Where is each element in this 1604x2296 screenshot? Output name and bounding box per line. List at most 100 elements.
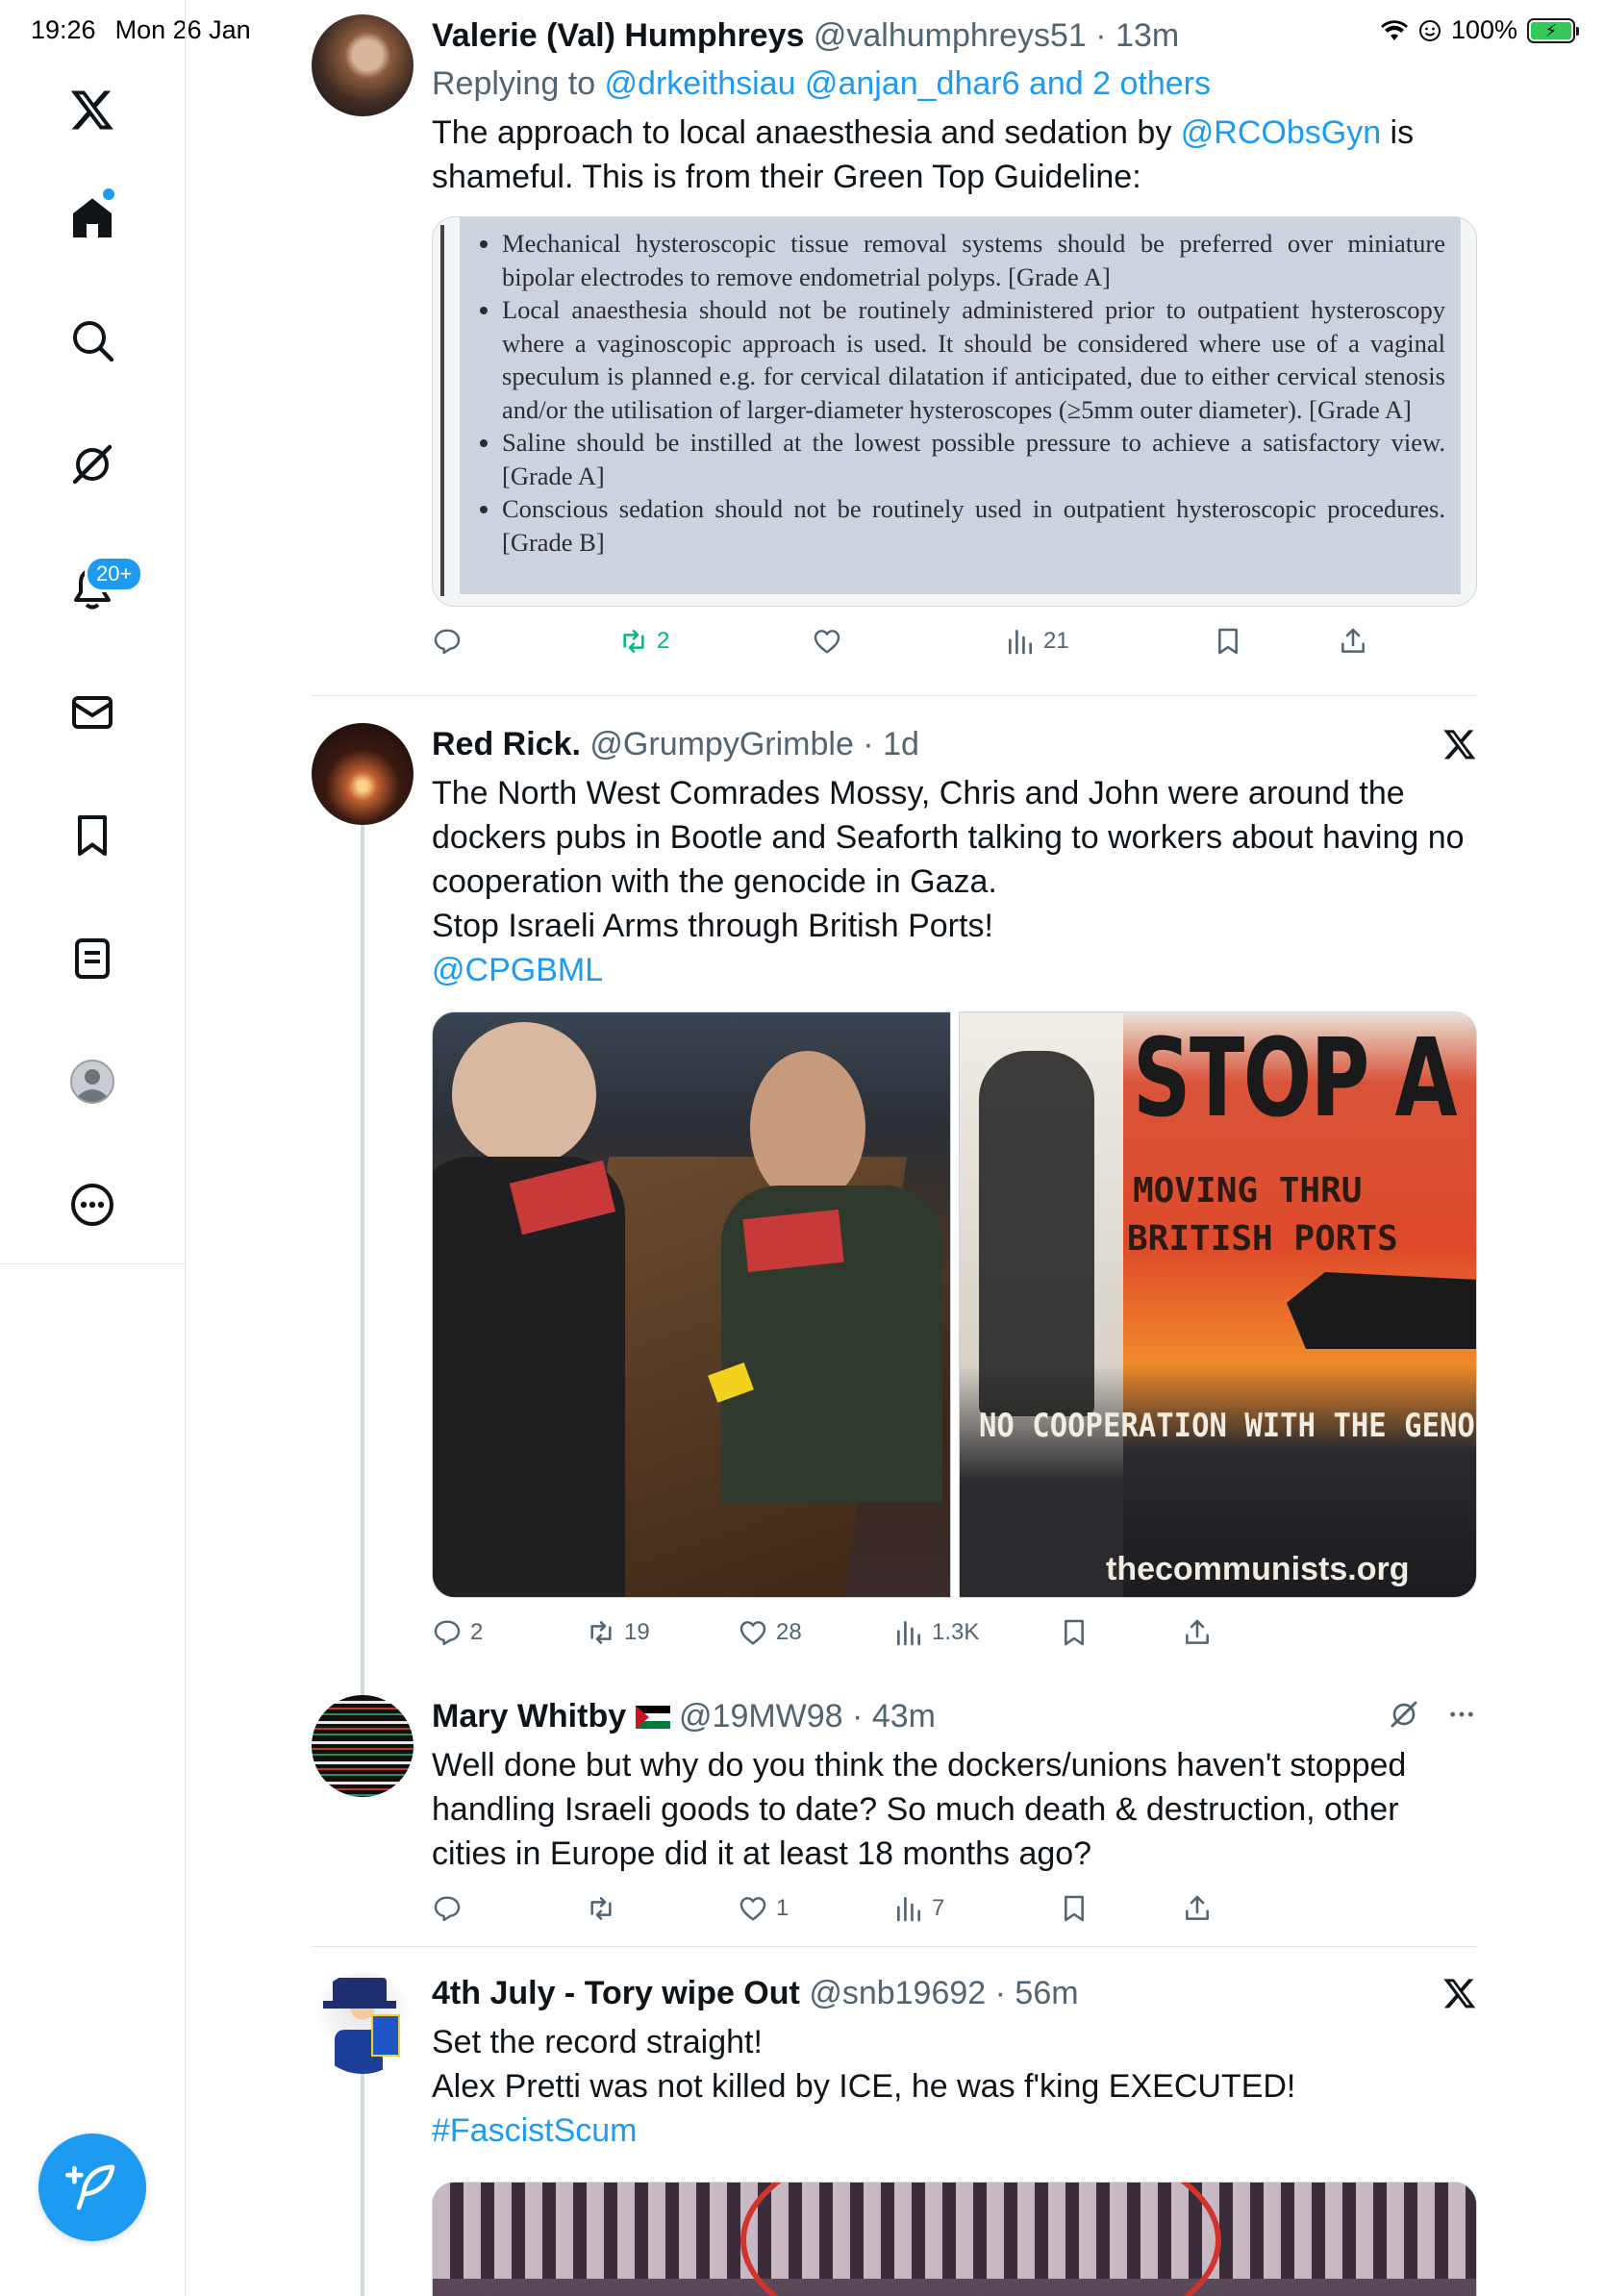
bookmark-button[interactable] [1213, 626, 1243, 657]
views-chart-icon [897, 1621, 920, 1646]
avatar[interactable] [312, 723, 414, 825]
tweet-image[interactable] [432, 2182, 1477, 2296]
retweet-icon [623, 630, 644, 653]
poster-headline: STOP A [1133, 1016, 1458, 1141]
retweet-count: 2 [657, 628, 670, 654]
grok-icon[interactable] [63, 435, 122, 494]
avatar[interactable] [312, 1972, 414, 2074]
reply-icon [434, 1896, 461, 1922]
retweet-button[interactable]: 2 [618, 626, 669, 657]
palestine-flag-icon [635, 1706, 670, 1729]
like-button[interactable] [812, 626, 850, 657]
like-count: 28 [776, 1619, 802, 1645]
pub-photo[interactable] [432, 1011, 951, 1598]
retweet-button[interactable]: 19 [586, 1617, 650, 1648]
tweet-actions: 1 7 [432, 1893, 1477, 1941]
tweet-time[interactable]: 56m [1015, 1975, 1078, 2011]
sidebar: 20+ [0, 0, 186, 1264]
guideline-bullet: Mechanical hysteroscopic tissue removal … [502, 227, 1445, 293]
author-name[interactable]: Valerie (Val) Humphreys [432, 17, 804, 54]
poster-sub1: MOVING THRU [1133, 1171, 1363, 1210]
poster-site: thecommunists.org [1106, 1551, 1410, 1587]
tweet-mary-whitby[interactable]: Mary Whitby @19MW98 · 43m Well done but … [312, 1695, 1477, 1935]
more-options-icon[interactable] [63, 1175, 122, 1235]
tweet-text: The approach to local anaesthesia and se… [432, 114, 1415, 195]
views-button[interactable]: 1.3K [893, 1617, 979, 1648]
tweet-time[interactable]: 13m [1115, 17, 1179, 54]
views-button[interactable]: 21 [1005, 626, 1069, 657]
lists-icon[interactable] [63, 929, 122, 988]
tweet-red-rick[interactable]: Red Rick. @GrumpyGrimble · 1d The North … [312, 723, 1477, 1748]
heart-icon [739, 1897, 766, 1921]
x-logo-icon [1442, 727, 1477, 766]
retweet-count: 19 [624, 1619, 650, 1645]
grok-icon[interactable] [1389, 1699, 1419, 1730]
media-grid: STOP A MOVING THRU BRITISH PORTS NO COOP… [432, 1011, 1477, 1598]
author-name[interactable]: Mary Whitby [432, 1698, 626, 1734]
poster-sub2: BRITISH PORTS [1127, 1219, 1398, 1259]
tweet-actions: 2 21 [432, 626, 1477, 674]
author-handle[interactable]: @19MW98 [679, 1698, 843, 1734]
reply-button[interactable] [432, 1893, 470, 1924]
tweet-text: The North West Comrades Mossy, Chris and… [432, 771, 1477, 992]
views-chart-icon [897, 1897, 920, 1922]
replying-to-users-link[interactable]: @drkeithsiau @anjan_dhar6 and 2 others [605, 65, 1211, 102]
guideline-image[interactable]: Mechanical hysteroscopic tissue removal … [432, 216, 1477, 607]
profile-avatar-icon[interactable] [63, 1052, 122, 1111]
poster-photo[interactable]: STOP A MOVING THRU BRITISH PORTS NO COOP… [959, 1011, 1477, 1598]
tweet-text: Set the record straight! Alex Pretti was… [432, 2020, 1477, 2153]
guideline-bullet: Local anaesthesia should not be routinel… [502, 293, 1445, 426]
views-chart-icon [1009, 630, 1032, 655]
tweet-valerie[interactable]: Valerie (Val) Humphreys @valhumphreys51 … [312, 14, 1477, 687]
author-name[interactable]: 4th July - Tory wipe Out [432, 1975, 800, 2011]
more-options-icon[interactable] [1446, 1699, 1477, 1730]
notifications-badge: 20+ [85, 556, 144, 592]
tweet-tory-wipe-out[interactable]: 4th July - Tory wipe Out @snb19692 · 56m… [312, 1972, 1477, 2296]
bookmark-icon [1065, 1895, 1084, 1922]
views-button[interactable]: 7 [893, 1893, 944, 1924]
share-button[interactable] [1182, 1893, 1213, 1924]
heart-icon [739, 1621, 766, 1645]
bookmark-button[interactable] [1059, 1617, 1090, 1648]
author-name[interactable]: Red Rick. [432, 726, 581, 762]
feather-plus-icon [65, 2164, 115, 2210]
tweet-header: Mary Whitby @19MW98 · 43m [432, 1698, 936, 1734]
tweet-time[interactable]: 43m [872, 1698, 936, 1734]
author-handle[interactable]: @valhumphreys51 [814, 17, 1087, 54]
tweet-header: Red Rick. @GrumpyGrimble · 1d [432, 726, 919, 762]
author-handle[interactable]: @snb19692 [809, 1975, 986, 2011]
bookmark-icon [1065, 1619, 1084, 1646]
reply-icon [434, 629, 461, 655]
compose-post-button[interactable] [38, 2134, 146, 2241]
hashtag-link[interactable]: #FascistScum [432, 2109, 1477, 2153]
search-icon[interactable] [63, 311, 122, 370]
author-handle[interactable]: @GrumpyGrimble [589, 726, 853, 762]
share-icon [1186, 1895, 1209, 1920]
share-icon [1341, 628, 1365, 653]
thread-line [361, 2074, 364, 2296]
views-count: 21 [1043, 628, 1069, 654]
reply-button[interactable]: 2 [432, 1617, 483, 1648]
views-count: 7 [932, 1895, 945, 1921]
mention-link[interactable]: @RCObsGyn [1181, 114, 1381, 151]
avatar[interactable] [312, 14, 414, 116]
battery-icon: ⚡ [1527, 17, 1579, 43]
share-button[interactable] [1338, 626, 1368, 657]
reply-button[interactable] [432, 626, 470, 657]
x-logo-icon[interactable] [63, 80, 122, 139]
retweet-icon [590, 1897, 612, 1920]
like-button[interactable]: 1 [738, 1893, 789, 1924]
guideline-bullet: Saline should be instilled at the lowest… [502, 426, 1445, 492]
tweet-time[interactable]: 1d [883, 726, 919, 762]
avatar[interactable] [312, 1695, 414, 1797]
bookmark-button[interactable] [1059, 1893, 1090, 1924]
mention-link[interactable]: @CPGBML [432, 948, 1477, 992]
guideline-bullet: Conscious sedation should not be routine… [502, 492, 1445, 559]
retweet-button[interactable] [586, 1893, 624, 1924]
bookmarks-icon[interactable] [63, 806, 122, 865]
home-unread-dot [103, 188, 114, 200]
like-button[interactable]: 28 [738, 1617, 802, 1648]
share-button[interactable] [1182, 1617, 1213, 1648]
messages-envelope-icon[interactable] [63, 683, 122, 742]
heart-icon [814, 630, 840, 654]
